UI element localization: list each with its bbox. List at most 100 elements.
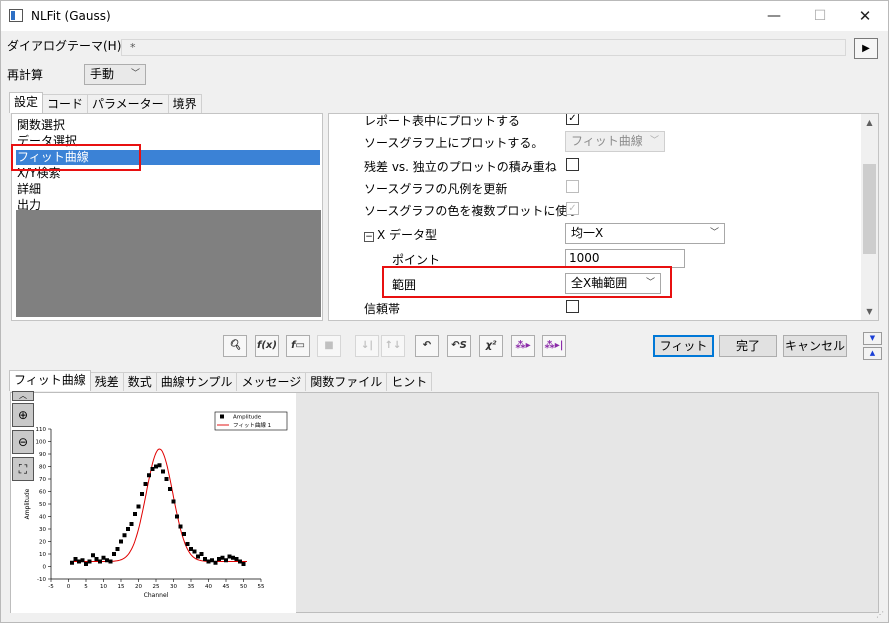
update-legend-checkbox[interactable] — [566, 180, 579, 193]
nlfit-dialog: NLFit (Gauss) — ☐ ✕ ダイアログテーマ(H) * ▶ 再計算 … — [0, 0, 889, 623]
fit-preview-button[interactable]: 🔍︎ — [223, 335, 247, 357]
y-tick-label: 70 — [39, 477, 46, 483]
graph-preview-area: -5 0 5 10 15 20 25 30 35 40 45 50 55 -10 0 10 20 30 40 50 60… — [10, 391, 879, 613]
x-data-type-label: X データ型 — [377, 228, 438, 242]
fit-chart: -5 0 5 10 15 20 25 30 35 40 45 50 55 -10 0 10 20 30 40 50 60… — [24, 411, 288, 599]
y-tick-label: 60 — [39, 490, 46, 496]
save-button[interactable]: ■ — [317, 335, 341, 357]
collapse-down-button[interactable]: ▼ — [863, 332, 882, 345]
function-file-button[interactable]: f▭ — [286, 335, 310, 357]
y-tick-label: 80 — [39, 465, 46, 471]
stack-residual-label: 残差 vs. 独立のプロットの積み重ね — [364, 160, 557, 174]
y-tick-label: 0 — [43, 565, 47, 571]
x-tick-label: 20 — [135, 584, 142, 590]
chevron-down-icon: ﹀ — [130, 69, 140, 79]
collapse-icon[interactable]: − — [364, 232, 374, 242]
recalc-select[interactable]: 手動 ﹀ — [84, 64, 146, 85]
highlight-range — [382, 266, 672, 298]
data-point — [80, 558, 85, 563]
properties-scrollbar[interactable]: ▲ ▼ — [861, 114, 878, 320]
list-item[interactable]: 詳細 — [16, 182, 320, 197]
data-point — [161, 469, 165, 474]
x-axis-label: Channel — [144, 592, 169, 599]
fit-until-converge-button[interactable]: ⁂▸ — [511, 335, 535, 357]
expand-up-button[interactable]: ▲ — [863, 347, 882, 360]
plot-on-source-label: ソースグラフ上にプロットする。 — [364, 136, 544, 150]
resize-grip-icon[interactable]: ⋰ — [876, 610, 886, 620]
undo-icon: ↶ — [422, 340, 432, 351]
plot-on-source-select[interactable]: フィット曲線 ﹀ — [565, 131, 665, 152]
app-icon — [9, 9, 23, 22]
list-item[interactable]: 関数選択 — [16, 118, 320, 133]
undo-iteration-button[interactable]: ↶ — [415, 335, 439, 357]
graph-tool-collapse[interactable]: ︿ — [12, 391, 34, 401]
x-tick-label: 40 — [205, 584, 212, 590]
data-point — [192, 549, 197, 554]
data-point — [189, 547, 193, 551]
param-init-button[interactable]: f(x) — [255, 335, 279, 357]
recalc-value: 手動 — [90, 67, 115, 81]
scroll-up-icon[interactable]: ▲ — [861, 114, 878, 131]
maximize-button[interactable]: ☐ — [797, 1, 843, 31]
data-point — [175, 514, 179, 519]
data-point — [94, 557, 99, 561]
zoom-out-icon: ⊖ — [17, 435, 29, 449]
multi-color-label: ソースグラフの色を複数プロットに使う — [364, 204, 580, 218]
triangle-down-icon: ▼ — [869, 334, 876, 342]
data-point — [164, 477, 169, 481]
y-tick-label: 30 — [39, 527, 46, 533]
confidence-band-checkbox[interactable] — [566, 300, 579, 313]
tab-formula[interactable]: 数式 — [122, 372, 157, 391]
fit-all-button[interactable]: ⁂▸| — [542, 335, 566, 357]
tab-sample-curve[interactable]: 曲線サンプル — [155, 372, 238, 391]
tab-messages[interactable]: メッセージ — [236, 372, 307, 391]
minimize-icon: — — [767, 8, 781, 24]
x-data-type-row[interactable]: − X データ型 — [364, 226, 437, 243]
data-point — [241, 562, 246, 566]
data-point — [115, 547, 120, 551]
tab-residuals[interactable]: 残差 — [89, 372, 124, 391]
theme-menu-button[interactable]: ▶ — [854, 38, 878, 59]
tab-settings[interactable]: 設定 — [9, 92, 44, 113]
magnifier-icon: 🔍︎ — [228, 340, 242, 351]
tab-hints[interactable]: ヒント — [386, 372, 433, 391]
minimize-button[interactable]: — — [751, 1, 797, 31]
tab-parameters[interactable]: パラメーター — [87, 94, 169, 113]
done-button[interactable]: 完了 — [719, 335, 777, 357]
data-point — [185, 542, 190, 546]
chi-square-button[interactable]: χ² — [479, 335, 503, 357]
data-point — [154, 464, 158, 469]
scroll-down-icon[interactable]: ▼ — [861, 303, 878, 320]
data-point — [171, 499, 176, 504]
scroll-thumb[interactable] — [863, 164, 876, 254]
data-point — [213, 560, 218, 565]
plot-in-report-checkbox[interactable]: ✓ — [566, 114, 579, 125]
cancel-button[interactable]: キャンセル — [783, 335, 847, 357]
zoom-in-tool[interactable]: ⊕ — [12, 403, 34, 427]
tree-empty-area — [16, 210, 321, 317]
chevron-up-icon: ︿ — [19, 391, 27, 400]
multi-color-checkbox[interactable]: ✓ — [566, 202, 579, 215]
x-tick-label: -5 — [48, 584, 54, 590]
find-y-button[interactable]: ↑↓ — [381, 335, 405, 357]
one-iteration-button[interactable]: ↶S — [447, 335, 471, 357]
find-x-button[interactable]: ↓| — [355, 335, 379, 357]
rescale-tool[interactable]: ⛶ — [12, 457, 34, 481]
plot-on-source-value: フィット曲線 — [571, 134, 643, 148]
chevron-down-icon: ﹀ — [649, 136, 659, 146]
chi-square-icon: χ² — [485, 340, 497, 351]
tab-fit-curve[interactable]: フィット曲線 — [9, 370, 91, 391]
zoom-out-tool[interactable]: ⊖ — [12, 430, 34, 454]
tab-bounds[interactable]: 境界 — [167, 94, 202, 113]
data-point — [105, 558, 109, 563]
fit-button[interactable]: フィット — [653, 335, 714, 357]
data-point — [220, 555, 225, 560]
x-data-type-select[interactable]: 均一X ﹀ — [565, 223, 725, 244]
stack-residual-checkbox[interactable] — [566, 158, 579, 171]
tab-function-file[interactable]: 関数ファイル — [305, 372, 388, 391]
plot-in-report-label: レポート表中にプロットする — [364, 114, 521, 128]
data-point — [150, 467, 155, 471]
close-button[interactable]: ✕ — [842, 1, 888, 31]
tab-code[interactable]: コード — [42, 94, 89, 113]
dialog-theme-field[interactable]: * — [121, 39, 846, 56]
